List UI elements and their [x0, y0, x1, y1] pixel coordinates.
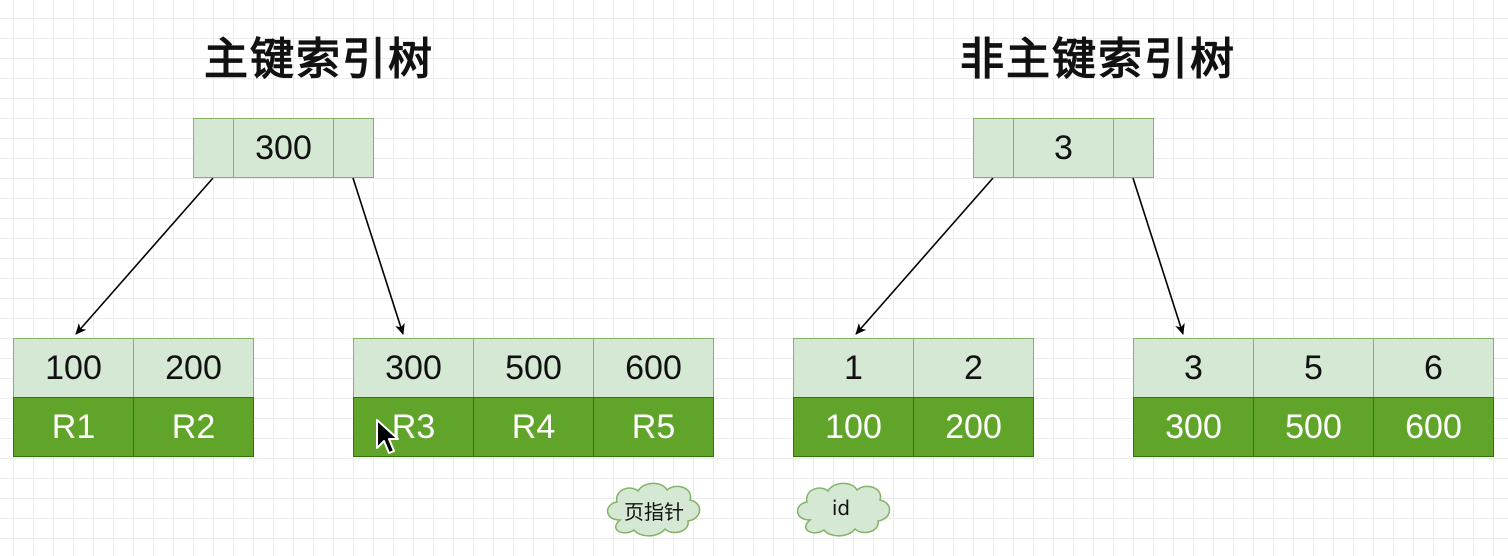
leaf-key: 2	[913, 338, 1034, 398]
secondary-leaf-left: 1 2 100 200	[793, 338, 1034, 457]
leaf-value-row: R3 R4 R5	[353, 397, 714, 457]
leaf-primary-key: 200	[913, 397, 1034, 457]
secondary-root-node: 3	[973, 118, 1154, 178]
page-pointer-label: 页指针	[624, 500, 684, 524]
leaf-row-data: R1	[13, 397, 134, 457]
leaf-key: 300	[353, 338, 474, 398]
primary-leaf-right: 300 500 600 R3 R4 R5	[353, 338, 714, 457]
leaf-key-row: 300 500 600	[353, 338, 714, 398]
primary-edge-left	[75, 177, 214, 335]
leaf-value-row: 100 200	[793, 397, 1034, 457]
leaf-row-data: R5	[593, 397, 714, 457]
primary-root-pointer-left	[193, 118, 234, 178]
leaf-value-row: 300 500 600	[1133, 397, 1494, 457]
leaf-row-data: R4	[473, 397, 594, 457]
primary-leaf-left: 100 200 R1 R2	[13, 338, 254, 457]
leaf-primary-key: 600	[1373, 397, 1494, 457]
leaf-primary-key: 100	[793, 397, 914, 457]
leaf-key: 3	[1133, 338, 1254, 398]
primary-root-key: 300	[233, 118, 334, 178]
leaf-row-data: R2	[133, 397, 254, 457]
leaf-value-row: R1 R2	[13, 397, 254, 457]
leaf-key: 5	[1253, 338, 1374, 398]
secondary-leaf-right: 3 5 6 300 500 600	[1133, 338, 1494, 457]
primary-root-pointer-right	[333, 118, 374, 178]
leaf-row-data: R3	[353, 397, 474, 457]
leaf-key: 1	[793, 338, 914, 398]
secondary-root-key: 3	[1013, 118, 1114, 178]
secondary-edge-right	[1132, 177, 1185, 335]
secondary-root-pointer-right	[1113, 118, 1154, 178]
leaf-key: 100	[13, 338, 134, 398]
primary-root-node: 300	[193, 118, 374, 178]
mouse-cursor-icon	[376, 419, 399, 454]
leaf-primary-key: 300	[1133, 397, 1254, 457]
leaf-key-row: 1 2	[793, 338, 1034, 398]
id-label: id	[831, 496, 851, 520]
primary-edge-right	[352, 177, 405, 335]
secondary-root-pointer-left	[973, 118, 1014, 178]
leaf-key: 200	[133, 338, 254, 398]
leaf-primary-key: 500	[1253, 397, 1374, 457]
leaf-key: 6	[1373, 338, 1494, 398]
secondary-edge-left	[855, 177, 994, 335]
leaf-key: 500	[473, 338, 594, 398]
tree-edges	[75, 177, 1185, 537]
leaf-key-row: 3 5 6	[1133, 338, 1494, 398]
leaf-key: 600	[593, 338, 714, 398]
leaf-key-row: 100 200	[13, 338, 254, 398]
